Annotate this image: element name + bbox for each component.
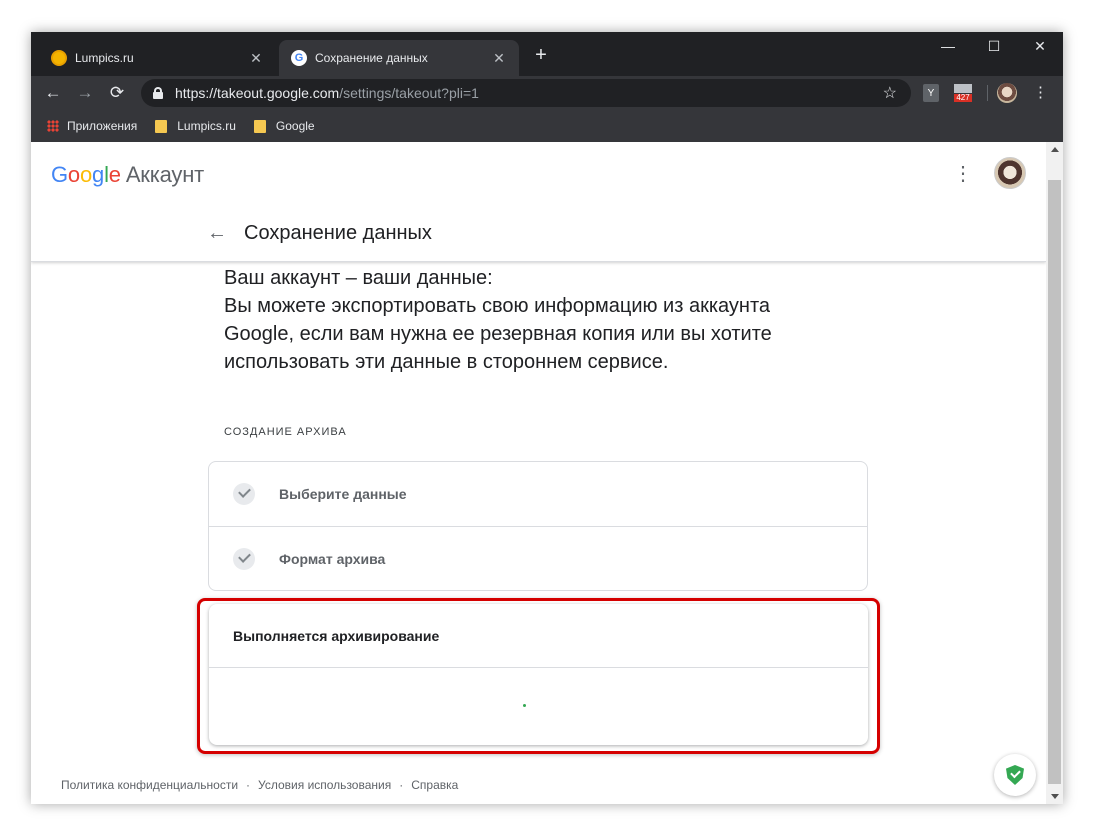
page-content: Google Аккаунт ⋮ ← Сохранение данных Ваш … (31, 142, 1046, 804)
folder-icon (253, 119, 266, 133)
url-host: takeout.google.com (217, 85, 340, 101)
intro-text: Ваш аккаунт – ваши данные: Вы можете экс… (224, 264, 864, 376)
address-bar[interactable]: https://takeout.google.com/settings/take… (141, 79, 911, 107)
logo-letter: g (92, 162, 105, 187)
check-icon (233, 483, 255, 505)
completed-steps-card: Выберите данные Формат архива (208, 461, 868, 591)
back-button[interactable]: ← (41, 82, 65, 104)
help-link[interactable]: Справка (411, 778, 458, 792)
browser-toolbar: ← → ⟳ https://takeout.google.com/setting… (31, 76, 1063, 110)
privacy-policy-link[interactable]: Политика конфиденциальности (61, 778, 238, 792)
footer-separator: · (399, 778, 404, 792)
archiving-progress-card: Выполняется архивирование (209, 604, 868, 745)
maximize-button[interactable]: ☐ (971, 36, 1017, 60)
section-label: СОЗДАНИЕ АРХИВА (224, 426, 347, 438)
footer-separator: · (246, 778, 251, 792)
logo-letter: e (108, 162, 121, 187)
lock-icon (153, 87, 163, 99)
new-tab-button[interactable]: + (529, 44, 553, 67)
browser-menu-icon[interactable]: ⋮ (1033, 83, 1048, 103)
account-header: Google Аккаунт ⋮ ← Сохранение данных (31, 142, 1046, 262)
url-path: /settings/takeout?pli=1 (339, 85, 479, 101)
apps-grid-icon (47, 120, 59, 132)
logo-suffix: Аккаунт (125, 162, 205, 187)
url-scheme: https:// (175, 85, 218, 101)
google-favicon-icon: G (291, 50, 307, 66)
profile-avatar[interactable] (997, 83, 1017, 103)
step-label: Выберите данные (279, 486, 407, 502)
bookmarks-bar: Приложения Lumpics.ru Google (31, 110, 1063, 142)
toolbar-divider (987, 85, 988, 101)
bookmark-label: Lumpics.ru (177, 119, 236, 133)
logo-letter: o (67, 162, 80, 187)
progress-title: Выполняется архивирование (209, 604, 868, 668)
tab-lumpics[interactable]: Lumpics.ru ✕ (39, 40, 276, 76)
shield-check-icon (1006, 765, 1024, 785)
intro-line: использовать эти данные в стороннем серв… (224, 351, 669, 373)
google-account-logo[interactable]: Google Аккаунт (51, 162, 204, 188)
browser-window: Lumpics.ru ✕ G Сохранение данных ✕ + — ☐… (31, 32, 1063, 804)
mail-extension-icon[interactable]: 427 (953, 84, 973, 102)
scroll-up-arrow-icon[interactable] (1051, 147, 1059, 152)
bookmark-apps[interactable]: Приложения (47, 119, 137, 133)
apps-menu-icon[interactable]: ⋮ (953, 162, 973, 186)
envelope-icon (954, 84, 972, 93)
security-check-button[interactable] (994, 754, 1036, 796)
terms-link[interactable]: Условия использования (258, 778, 391, 792)
close-window-button[interactable]: ✕ (1017, 36, 1063, 60)
yandex-extension-icon[interactable]: Y (923, 84, 939, 102)
step-label: Формат архива (279, 550, 386, 567)
tab-title: Lumpics.ru (75, 51, 134, 65)
step-archive-format[interactable]: Формат архива (209, 526, 867, 590)
intro-line: Ваш аккаунт – ваши данные: (224, 267, 493, 289)
tab-takeout[interactable]: G Сохранение данных ✕ (279, 40, 519, 76)
folder-icon (155, 119, 168, 133)
scrollbar-thumb[interactable] (1048, 180, 1061, 784)
page-title: Сохранение данных (244, 222, 432, 244)
intro-line: Вы можете экспортировать свою информацию… (224, 295, 771, 317)
bookmark-star-icon[interactable]: ☆ (883, 83, 897, 103)
tab-title: Сохранение данных (315, 51, 428, 65)
loading-spinner (523, 704, 526, 707)
logo-letter: G (51, 162, 68, 187)
mail-count-badge: 427 (954, 93, 972, 102)
vertical-scrollbar[interactable] (1046, 142, 1063, 804)
intro-line: Google, если вам нужна ее резервная копи… (224, 323, 772, 345)
lumpics-favicon-icon (51, 50, 67, 66)
footer-links: Политика конфиденциальности · Условия ис… (61, 778, 458, 792)
tab-strip: Lumpics.ru ✕ G Сохранение данных ✕ + — ☐… (31, 32, 1063, 76)
check-icon (233, 547, 255, 570)
logo-letter: o (79, 162, 93, 187)
scroll-down-arrow-icon[interactable] (1051, 794, 1059, 799)
tab-close-icon[interactable]: ✕ (491, 50, 507, 67)
minimize-button[interactable]: — (925, 36, 971, 60)
reload-button[interactable]: ⟳ (105, 82, 129, 104)
user-avatar[interactable] (994, 157, 1026, 189)
bookmark-label: Приложения (67, 119, 138, 133)
bookmark-google[interactable]: Google (253, 119, 315, 133)
bookmark-lumpics[interactable]: Lumpics.ru (155, 119, 236, 133)
step-select-data[interactable]: Выберите данные (209, 462, 867, 526)
tab-close-icon[interactable]: ✕ (248, 50, 264, 67)
forward-button[interactable]: → (73, 82, 97, 104)
bookmark-label: Google (275, 119, 315, 133)
back-arrow-icon[interactable]: ← (207, 222, 227, 245)
